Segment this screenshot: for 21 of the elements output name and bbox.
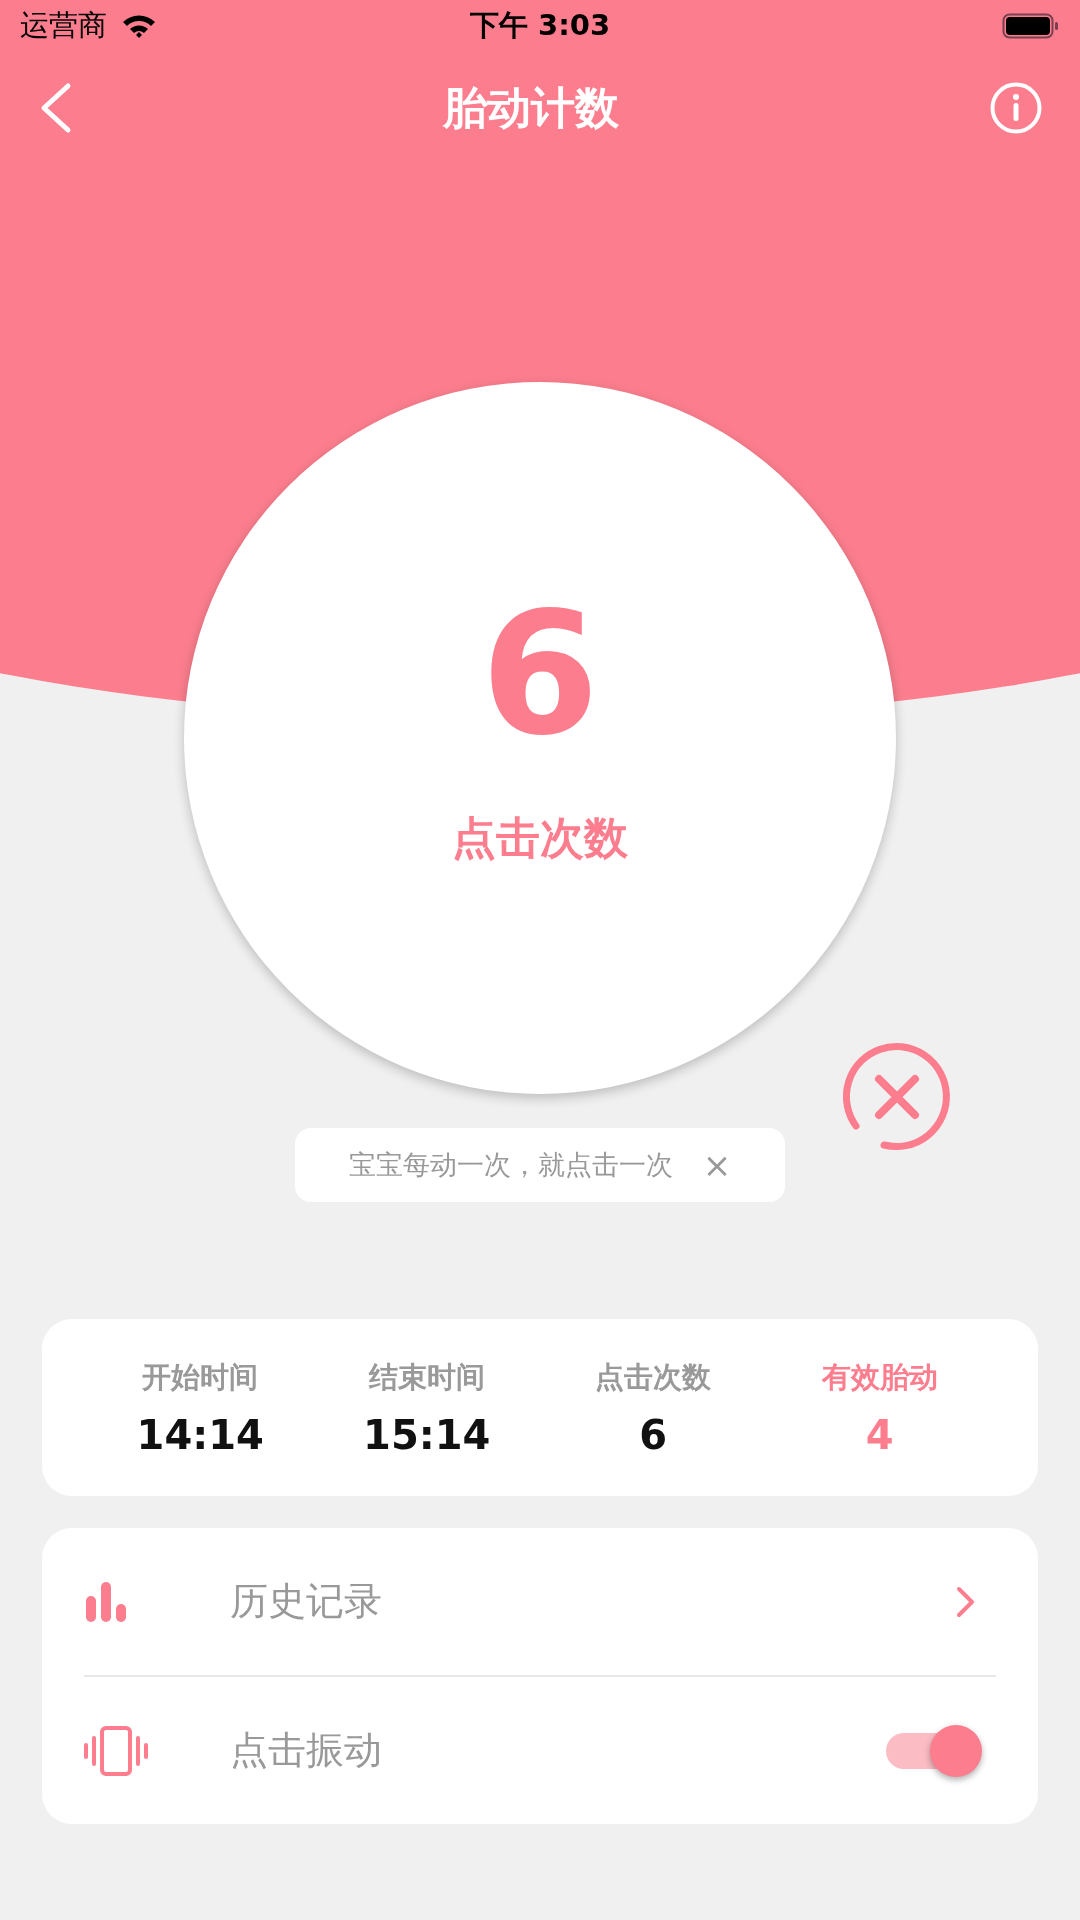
tip-close-button[interactable]: × — [702, 1145, 732, 1185]
stat-label: 结束时间 — [368, 1358, 485, 1396]
stat-label: 开始时间 — [142, 1358, 259, 1396]
menu-label: 历史记录 — [230, 1578, 383, 1625]
stat-value: 15:14 — [363, 1411, 491, 1458]
status-time: 下午 3:03 — [469, 7, 611, 44]
stat-value: 14:14 — [136, 1411, 264, 1458]
carrier-label: 运营商 — [20, 7, 107, 44]
battery-icon — [1002, 12, 1060, 40]
bar-chart-icon — [84, 1579, 128, 1624]
phone-vibration-icon — [84, 1725, 148, 1776]
stat-label: 有效胎动 — [821, 1358, 938, 1396]
toggle-switch[interactable] — [886, 1724, 982, 1777]
stat-value: 4 — [865, 1411, 894, 1458]
menu-label: 点击振动 — [230, 1727, 383, 1774]
page-title: 胎动计数 — [443, 80, 619, 135]
chevron-right-icon[interactable] — [956, 1585, 976, 1618]
tip-text: 宝宝每动一次，就点击一次 — [348, 1148, 673, 1182]
info-button[interactable] — [990, 82, 1042, 134]
stat-value: 6 — [639, 1411, 668, 1458]
stat-label: 点击次数 — [595, 1358, 712, 1396]
